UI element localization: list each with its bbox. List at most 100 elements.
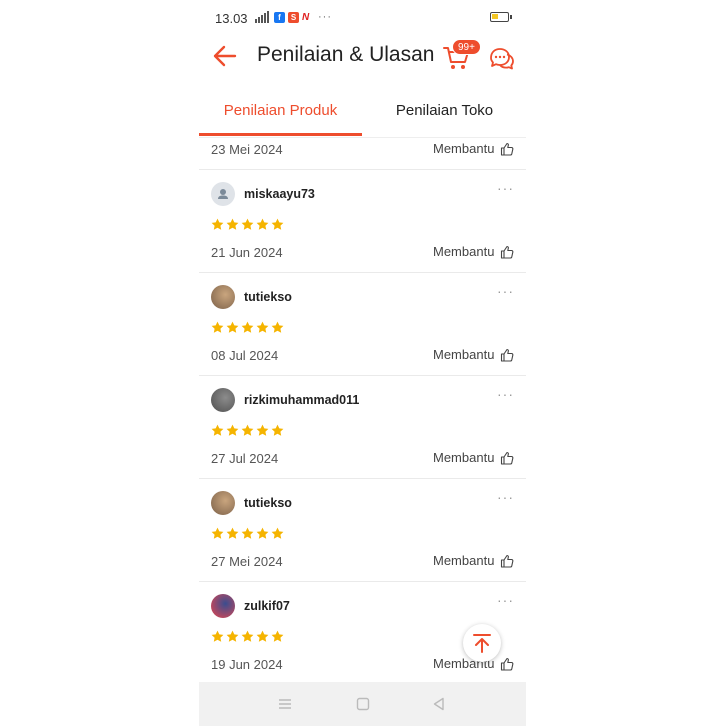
helpful-button[interactable]: Membantu: [433, 450, 514, 465]
star-icon: [226, 527, 239, 539]
more-options-icon[interactable]: ···: [497, 283, 514, 299]
user-avatar[interactable]: [211, 182, 235, 206]
star-icon: [271, 321, 284, 333]
helpful-button[interactable]: Membantu: [433, 347, 514, 362]
header: Penilaian & Ulasan 99+: [199, 34, 526, 84]
helpful-label: Membantu: [433, 244, 495, 259]
star-icon: [256, 527, 269, 539]
user-avatar[interactable]: [211, 388, 235, 412]
star-icon: [241, 321, 254, 333]
recent-apps-icon[interactable]: [277, 696, 293, 712]
tab-penilaian-produk[interactable]: Penilaian Produk: [199, 92, 362, 136]
thumbs-up-icon: [501, 245, 514, 259]
battery-level: [492, 14, 498, 19]
star-icon: [256, 630, 269, 642]
review-item: tutiekso ··· 27 Mei 2024 Membantu: [199, 479, 526, 582]
review-list[interactable]: 23 Mei 2024 Membantu miskaayu73 ··· 21 Jun…: [199, 138, 526, 682]
signal-icon: [255, 11, 271, 23]
star-icon: [271, 424, 284, 436]
back-button[interactable]: [211, 42, 239, 70]
default-user-icon: [218, 189, 228, 199]
scroll-to-top-button[interactable]: [463, 624, 501, 662]
helpful-button[interactable]: Membantu: [433, 244, 514, 259]
helpful-button[interactable]: Membantu: [433, 553, 514, 568]
back-nav-icon[interactable]: [431, 696, 447, 712]
status-bar: 13.03 f S N ···: [199, 0, 526, 34]
more-options-icon[interactable]: ···: [497, 386, 514, 402]
helpful-label: Membantu: [433, 347, 495, 362]
review-username: tutiekso: [244, 290, 292, 304]
thumbs-up-icon: [501, 142, 514, 156]
more-options-icon[interactable]: ···: [497, 180, 514, 196]
tab-penilaian-toko[interactable]: Penilaian Toko: [363, 92, 526, 136]
star-icon: [256, 321, 269, 333]
rating-stars: [211, 527, 284, 540]
helpful-label: Membantu: [433, 553, 495, 568]
phone-screen: 13.03 f S N ··· Penilaian & Ulasan 99+ P…: [199, 0, 526, 726]
review-date: 21 Jun 2024: [211, 245, 283, 260]
arrow-up-to-top-icon: [473, 634, 491, 653]
review-username: miskaayu73: [244, 187, 315, 201]
thumbs-up-icon: [501, 451, 514, 465]
star-icon: [271, 527, 284, 539]
star-icon: [271, 630, 284, 642]
tab-bar: Penilaian Produk Penilaian Toko: [199, 92, 526, 138]
star-icon: [211, 321, 224, 333]
star-icon: [241, 630, 254, 642]
arrow-left-icon: [213, 45, 237, 67]
chat-button[interactable]: [487, 44, 515, 72]
user-avatar[interactable]: [211, 491, 235, 515]
home-icon[interactable]: [355, 696, 371, 712]
star-icon: [226, 321, 239, 333]
star-icon: [226, 630, 239, 642]
helpful-button[interactable]: Membantu: [433, 141, 514, 156]
user-avatar[interactable]: [211, 594, 235, 618]
rating-stars: [211, 424, 284, 437]
more-options-icon[interactable]: ···: [497, 592, 514, 608]
star-icon: [226, 424, 239, 436]
helpful-label: Membantu: [433, 141, 495, 156]
status-time: 13.03: [215, 11, 248, 26]
active-tab-indicator: [199, 133, 362, 136]
star-icon: [226, 218, 239, 230]
review-username: rizkimuhammad011: [244, 393, 360, 407]
star-icon: [241, 424, 254, 436]
user-avatar[interactable]: [211, 285, 235, 309]
chat-icon: [490, 48, 514, 70]
cart-badge: 99+: [452, 39, 481, 55]
star-icon: [241, 527, 254, 539]
thumbs-up-icon: [501, 554, 514, 568]
star-icon: [241, 218, 254, 230]
shopee-notification-icon: S: [288, 11, 299, 23]
status-icons: f S N ···: [255, 11, 332, 23]
more-options-icon[interactable]: ···: [497, 489, 514, 505]
review-item: tutiekso ··· 08 Jul 2024 Membantu: [199, 273, 526, 376]
review-date: 19 Jun 2024: [211, 657, 283, 672]
star-icon: [211, 424, 224, 436]
page-title: Penilaian & Ulasan: [257, 43, 435, 66]
thumbs-up-icon: [501, 657, 514, 671]
review-date: 27 Jul 2024: [211, 451, 279, 466]
star-icon: [211, 630, 224, 642]
facebook-notification-icon: f: [274, 11, 285, 23]
star-icon: [256, 424, 269, 436]
rating-stars: [211, 630, 284, 643]
system-nav-bar: [199, 682, 526, 726]
more-notifications-icon: ···: [318, 11, 332, 23]
review-date: 27 Mei 2024: [211, 554, 283, 569]
netflix-notification-icon: N: [302, 11, 310, 23]
battery-icon: [490, 12, 512, 22]
review-date: 23 Mei 2024: [211, 142, 283, 157]
rating-stars: [211, 321, 284, 334]
rating-stars: [211, 218, 284, 231]
review-date: 08 Jul 2024: [211, 348, 279, 363]
review-item: rizkimuhammad011 ··· 27 Jul 2024 Membantu: [199, 376, 526, 479]
star-icon: [211, 218, 224, 230]
thumbs-up-icon: [501, 348, 514, 362]
star-icon: [256, 218, 269, 230]
star-icon: [211, 527, 224, 539]
star-icon: [271, 218, 284, 230]
review-item: miskaayu73 ··· 21 Jun 2024 Membantu: [199, 170, 526, 273]
review-username: zulkif07: [244, 599, 290, 613]
review-username: tutiekso: [244, 496, 292, 510]
